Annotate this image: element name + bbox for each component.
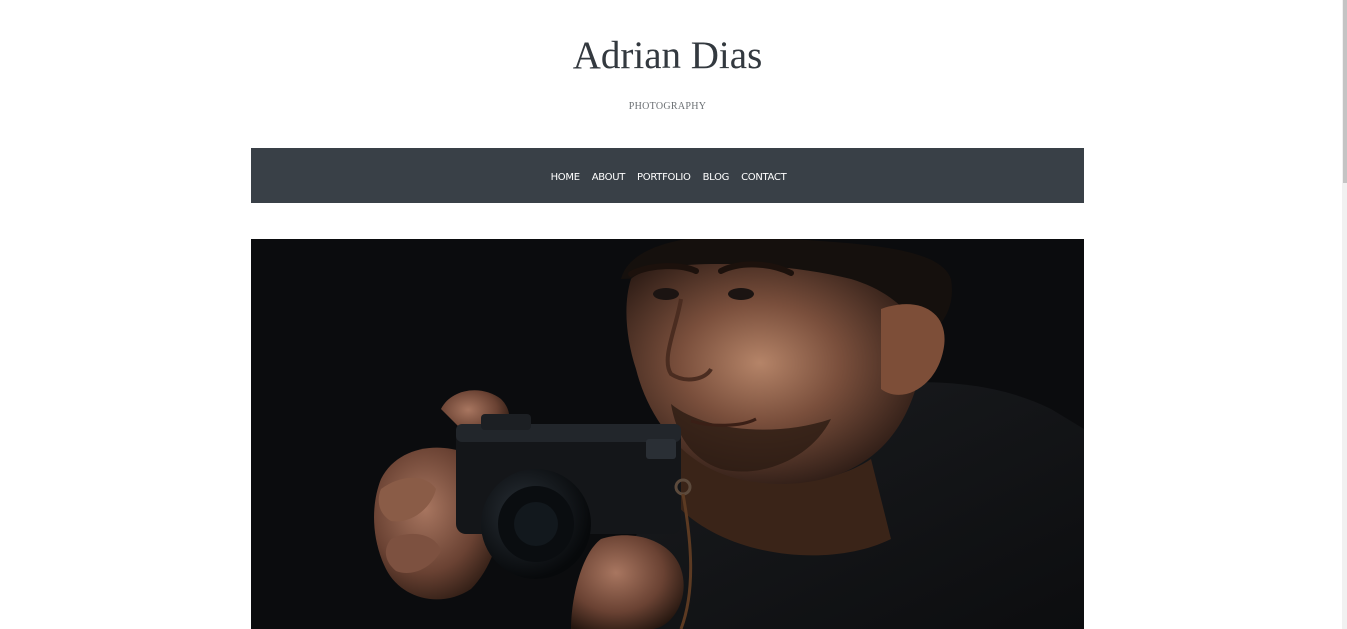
main-nav: HOME ABOUT PORTFOLIO BLOG CONTACT — [251, 148, 1084, 203]
hero-photo-illustration — [251, 239, 1084, 629]
nav-list: HOME ABOUT PORTFOLIO BLOG CONTACT — [551, 167, 787, 185]
page: Adrian Dias PHOTOGRAPHY HOME ABOUT PORTF… — [0, 0, 1347, 629]
nav-item-home[interactable]: HOME — [551, 172, 580, 183]
nav-item-portfolio[interactable]: PORTFOLIO — [637, 172, 691, 183]
nav-item-contact[interactable]: CONTACT — [741, 172, 787, 183]
site-title[interactable]: Adrian Dias — [0, 32, 1335, 80]
hero-image — [251, 239, 1084, 629]
nav-item-blog[interactable]: BLOG — [703, 172, 730, 183]
scrollbar-thumb[interactable] — [1343, 0, 1347, 183]
nav-item-about[interactable]: ABOUT — [592, 172, 626, 183]
site-tagline: PHOTOGRAPHY — [628, 101, 707, 112]
